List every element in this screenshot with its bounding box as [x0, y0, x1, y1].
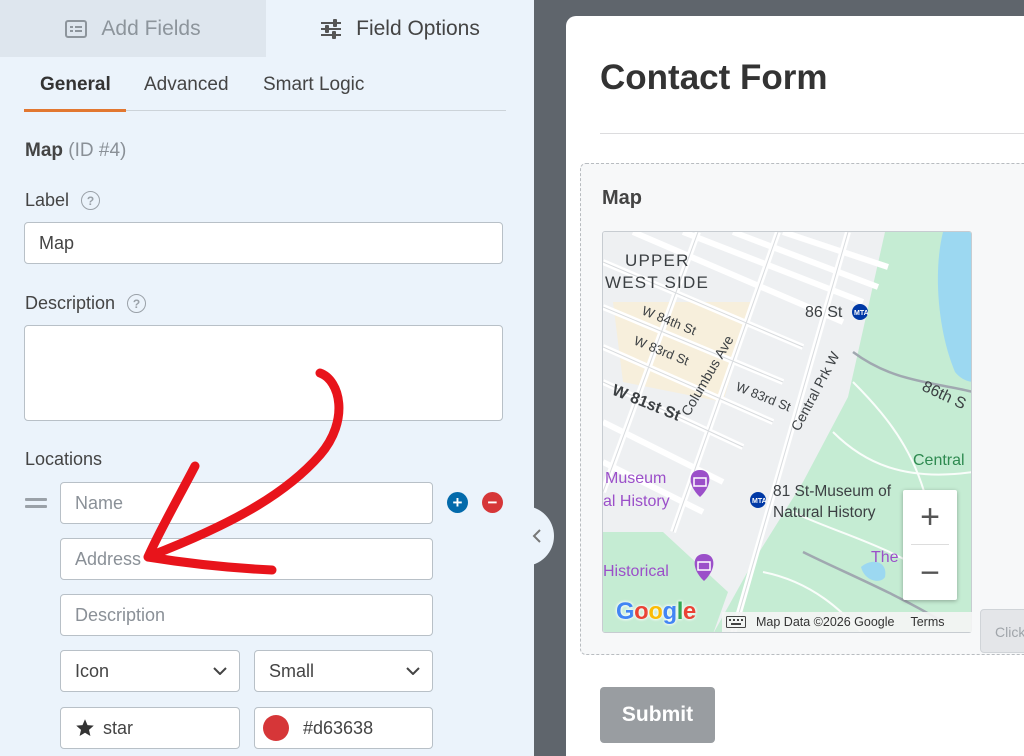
tab-general[interactable]: General: [40, 74, 111, 96]
label-heading: Label ?: [25, 190, 101, 211]
color-picker-value: #d63638: [303, 717, 374, 738]
fields-list-icon: [65, 19, 88, 38]
map-label-81st-1: 81 St-Museum of: [773, 483, 892, 500]
icon-select[interactable]: Icon: [60, 650, 240, 692]
title-divider: [600, 133, 1024, 134]
remove-location-icon[interactable]: −: [482, 492, 503, 513]
map-zoom-control: + −: [903, 490, 957, 600]
tab-field-options-label: Field Options: [356, 16, 480, 40]
add-location-icon[interactable]: +: [447, 492, 468, 513]
option-sub-tabs: General Advanced Smart Logic: [24, 58, 506, 112]
location-address-input[interactable]: Address: [60, 538, 433, 580]
google-logo: Google: [616, 598, 696, 625]
location-address-placeholder: Address: [75, 548, 142, 569]
locations-heading-text: Locations: [25, 449, 103, 469]
label-input[interactable]: Map: [24, 222, 503, 264]
drag-handle-icon[interactable]: [25, 498, 47, 512]
sliders-icon: [321, 18, 342, 39]
map-label-west-side: WEST SIDE: [605, 273, 709, 292]
map-attribution: Map Data ©2026 Google Terms: [722, 612, 972, 632]
star-icon: [76, 719, 94, 736]
help-icon[interactable]: ?: [81, 191, 101, 210]
location-description-input[interactable]: Description: [60, 594, 433, 636]
collapse-chevron-icon: [532, 529, 541, 543]
size-select-value: Small: [269, 660, 315, 681]
label-heading-text: Label: [25, 190, 70, 210]
location-name-placeholder: Name: [75, 492, 124, 513]
label-input-value: Map: [39, 232, 75, 253]
map-label-museum: Museum: [605, 470, 666, 487]
description-heading: Description ?: [25, 293, 147, 314]
map-data-text: Map Data ©2026 Google: [756, 615, 895, 629]
map-label-the: The: [871, 549, 899, 566]
icon-picker-value: star: [103, 717, 134, 738]
field-name: Map: [25, 140, 63, 161]
keyboard-icon[interactable]: [726, 616, 746, 628]
color-swatch-icon: [263, 715, 289, 741]
map-label-86st: 86 St: [805, 304, 843, 321]
color-picker[interactable]: #d63638: [254, 707, 433, 749]
map-label-historical: Historical: [603, 563, 669, 580]
location-description-placeholder: Description: [75, 604, 166, 625]
map-label-upper: UPPER: [625, 251, 690, 270]
locations-heading: Locations: [25, 449, 102, 470]
tab-advanced[interactable]: Advanced: [144, 74, 229, 96]
icon-select-value: Icon: [75, 660, 110, 681]
map-label-history: al History: [603, 493, 670, 510]
description-textarea[interactable]: [24, 325, 503, 421]
map-field-label: Map: [602, 187, 642, 209]
description-heading-text: Description: [25, 293, 116, 313]
chevron-down-icon: [406, 667, 420, 675]
svg-text:MTA: MTA: [854, 310, 869, 317]
field-id: (ID #4): [68, 140, 127, 161]
tab-add-fields[interactable]: Add Fields: [0, 0, 266, 57]
tab-smart-logic[interactable]: Smart Logic: [263, 74, 364, 96]
tab-add-fields-label: Add Fields: [101, 16, 201, 40]
active-tab-underline: [24, 109, 126, 112]
location-name-input[interactable]: Name: [60, 482, 433, 524]
map-terms-link[interactable]: Terms: [910, 615, 944, 629]
panel-tabs: Add Fields Field Options: [0, 0, 534, 57]
field-options-panel: Add Fields Field Options General Advance…: [0, 0, 534, 756]
submit-button[interactable]: Submit: [600, 687, 715, 743]
zoom-in-button[interactable]: +: [903, 490, 957, 544]
svg-text:MTA: MTA: [752, 498, 767, 505]
zoom-divider: [911, 544, 949, 545]
size-select[interactable]: Small: [254, 650, 433, 692]
click-placeholder: Click: [980, 609, 1024, 653]
icon-picker[interactable]: star: [60, 707, 240, 749]
field-heading: Map (ID #4): [25, 140, 126, 162]
zoom-out-button[interactable]: −: [903, 546, 957, 600]
form-title: Contact Form: [600, 58, 828, 97]
help-icon[interactable]: ?: [127, 294, 147, 313]
map-label-central: Central: [913, 452, 965, 469]
tab-field-options[interactable]: Field Options: [266, 0, 534, 57]
chevron-down-icon: [213, 667, 227, 675]
map-label-81st-2: Natural History: [773, 504, 876, 521]
